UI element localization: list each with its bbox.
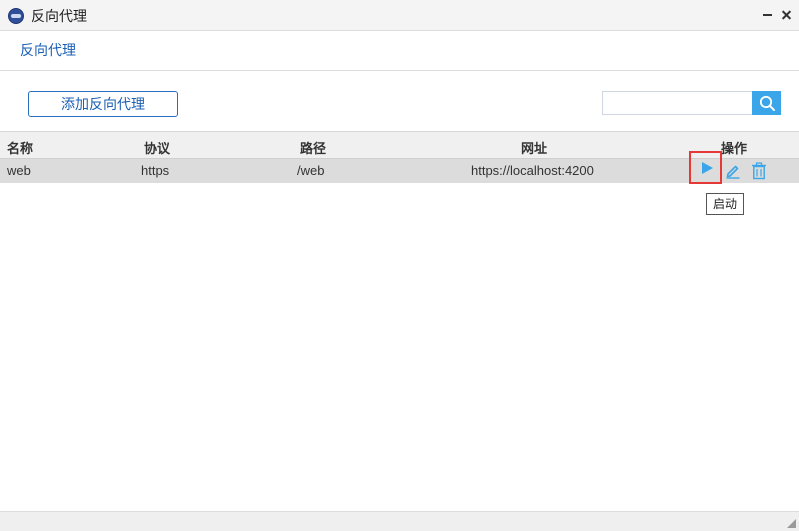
close-button[interactable] — [779, 7, 794, 22]
title-bar: 反向代理 — [0, 0, 799, 31]
play-icon — [702, 162, 713, 174]
search-input[interactable] — [602, 91, 753, 115]
header-protocol: 协议 — [144, 142, 171, 157]
minimize-button[interactable] — [760, 7, 775, 22]
table-header: 名称 协议 路径 网址 操作 — [0, 131, 799, 159]
cell-name: web — [7, 163, 31, 178]
start-tooltip: 启动 — [706, 193, 744, 215]
app-logo-icon — [8, 8, 24, 24]
heading-divider — [0, 70, 799, 71]
search-icon — [759, 95, 775, 111]
delete-button[interactable] — [751, 162, 767, 180]
table-row[interactable]: web https /web https://localhost:4200 — [0, 159, 799, 183]
header-path: 路径 — [300, 142, 327, 157]
header-actions: 操作 — [721, 142, 748, 157]
add-reverse-proxy-button[interactable]: 添加反向代理 — [28, 91, 178, 117]
header-name: 名称 — [7, 142, 34, 157]
cell-protocol: https — [141, 163, 170, 178]
resize-grip-icon[interactable] — [787, 519, 796, 528]
trash-icon — [752, 162, 766, 180]
start-button[interactable] — [689, 151, 722, 184]
cell-url: https://localhost:4200 — [471, 163, 594, 178]
window-title: 反向代理 — [31, 9, 87, 25]
header-url: 网址 — [521, 142, 548, 157]
edit-button[interactable] — [725, 163, 741, 179]
page-title: 反向代理 — [20, 43, 76, 59]
cell-path: /web — [297, 163, 325, 178]
edit-icon — [726, 165, 740, 179]
search-button[interactable] — [752, 91, 781, 115]
status-bar — [0, 511, 799, 531]
